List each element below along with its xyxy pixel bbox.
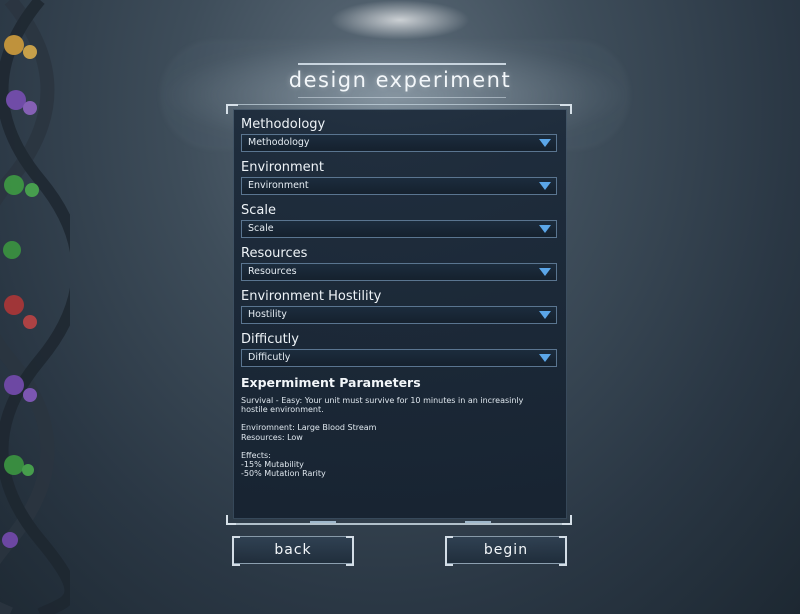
- environment-dropdown[interactable]: Environment: [241, 177, 557, 195]
- chevron-down-icon: [539, 182, 551, 190]
- chevron-down-icon: [539, 268, 551, 276]
- hostility-dropdown[interactable]: Hostility: [241, 306, 557, 324]
- parameters-effect-mutability: -15% Mutability: [241, 460, 304, 470]
- hostility-value: Hostility: [248, 309, 287, 320]
- hostility-label: Environment Hostility: [241, 289, 382, 304]
- begin-button[interactable]: begin: [445, 536, 567, 566]
- chevron-down-icon: [539, 354, 551, 362]
- parameters-environment: Enviromnent: Large Blood Stream: [241, 423, 377, 433]
- difficulty-dropdown[interactable]: Difficutly: [241, 349, 557, 367]
- resources-label: Resources: [241, 246, 308, 261]
- difficulty-field: Difficutly Difficutly: [241, 331, 557, 367]
- chevron-down-icon: [539, 225, 551, 233]
- parameters-effect-rarity: -50% Mutation Rarity: [241, 469, 326, 479]
- parameters-resources: Resources: Low: [241, 432, 303, 442]
- difficulty-label: Difficutly: [241, 332, 299, 347]
- parameters-effects-label: Effects:: [241, 450, 271, 460]
- hostility-field: Environment Hostility Hostility: [241, 288, 557, 324]
- parameters-description: Survival - Easy: Your unit must survive …: [241, 396, 524, 415]
- methodology-label: Methodology: [241, 117, 326, 132]
- resources-field: Resources Resources: [241, 245, 557, 281]
- panel-frame-bottom: [226, 515, 572, 525]
- scale-value: Scale: [248, 223, 274, 234]
- chevron-down-icon: [539, 311, 551, 319]
- chevron-down-icon: [539, 139, 551, 147]
- scale-dropdown[interactable]: Scale: [241, 220, 557, 238]
- parameters-text: Survival - Easy: Your unit must survive …: [241, 396, 541, 478]
- environment-field: Environment Environment: [241, 159, 557, 195]
- page-title: design experiment: [288, 68, 512, 92]
- dna-helix-decoration: [0, 0, 70, 614]
- difficulty-value: Difficutly: [248, 352, 291, 363]
- environment-label: Environment: [241, 160, 325, 175]
- background-light-glow: [330, 0, 470, 40]
- scale-label: Scale: [241, 203, 276, 218]
- scale-field: Scale Scale: [241, 202, 557, 238]
- methodology-dropdown[interactable]: Methodology: [241, 134, 557, 152]
- back-button[interactable]: back: [232, 536, 354, 566]
- frame-tick: [310, 521, 336, 523]
- methodology-field: Methodology Methodology: [241, 116, 557, 152]
- methodology-value: Methodology: [248, 137, 310, 148]
- resources-dropdown[interactable]: Resources: [241, 263, 557, 281]
- resources-value: Resources: [248, 266, 297, 277]
- frame-tick: [465, 521, 491, 523]
- parameters-heading: Expermiment Parameters: [241, 375, 421, 390]
- environment-value: Environment: [248, 180, 309, 191]
